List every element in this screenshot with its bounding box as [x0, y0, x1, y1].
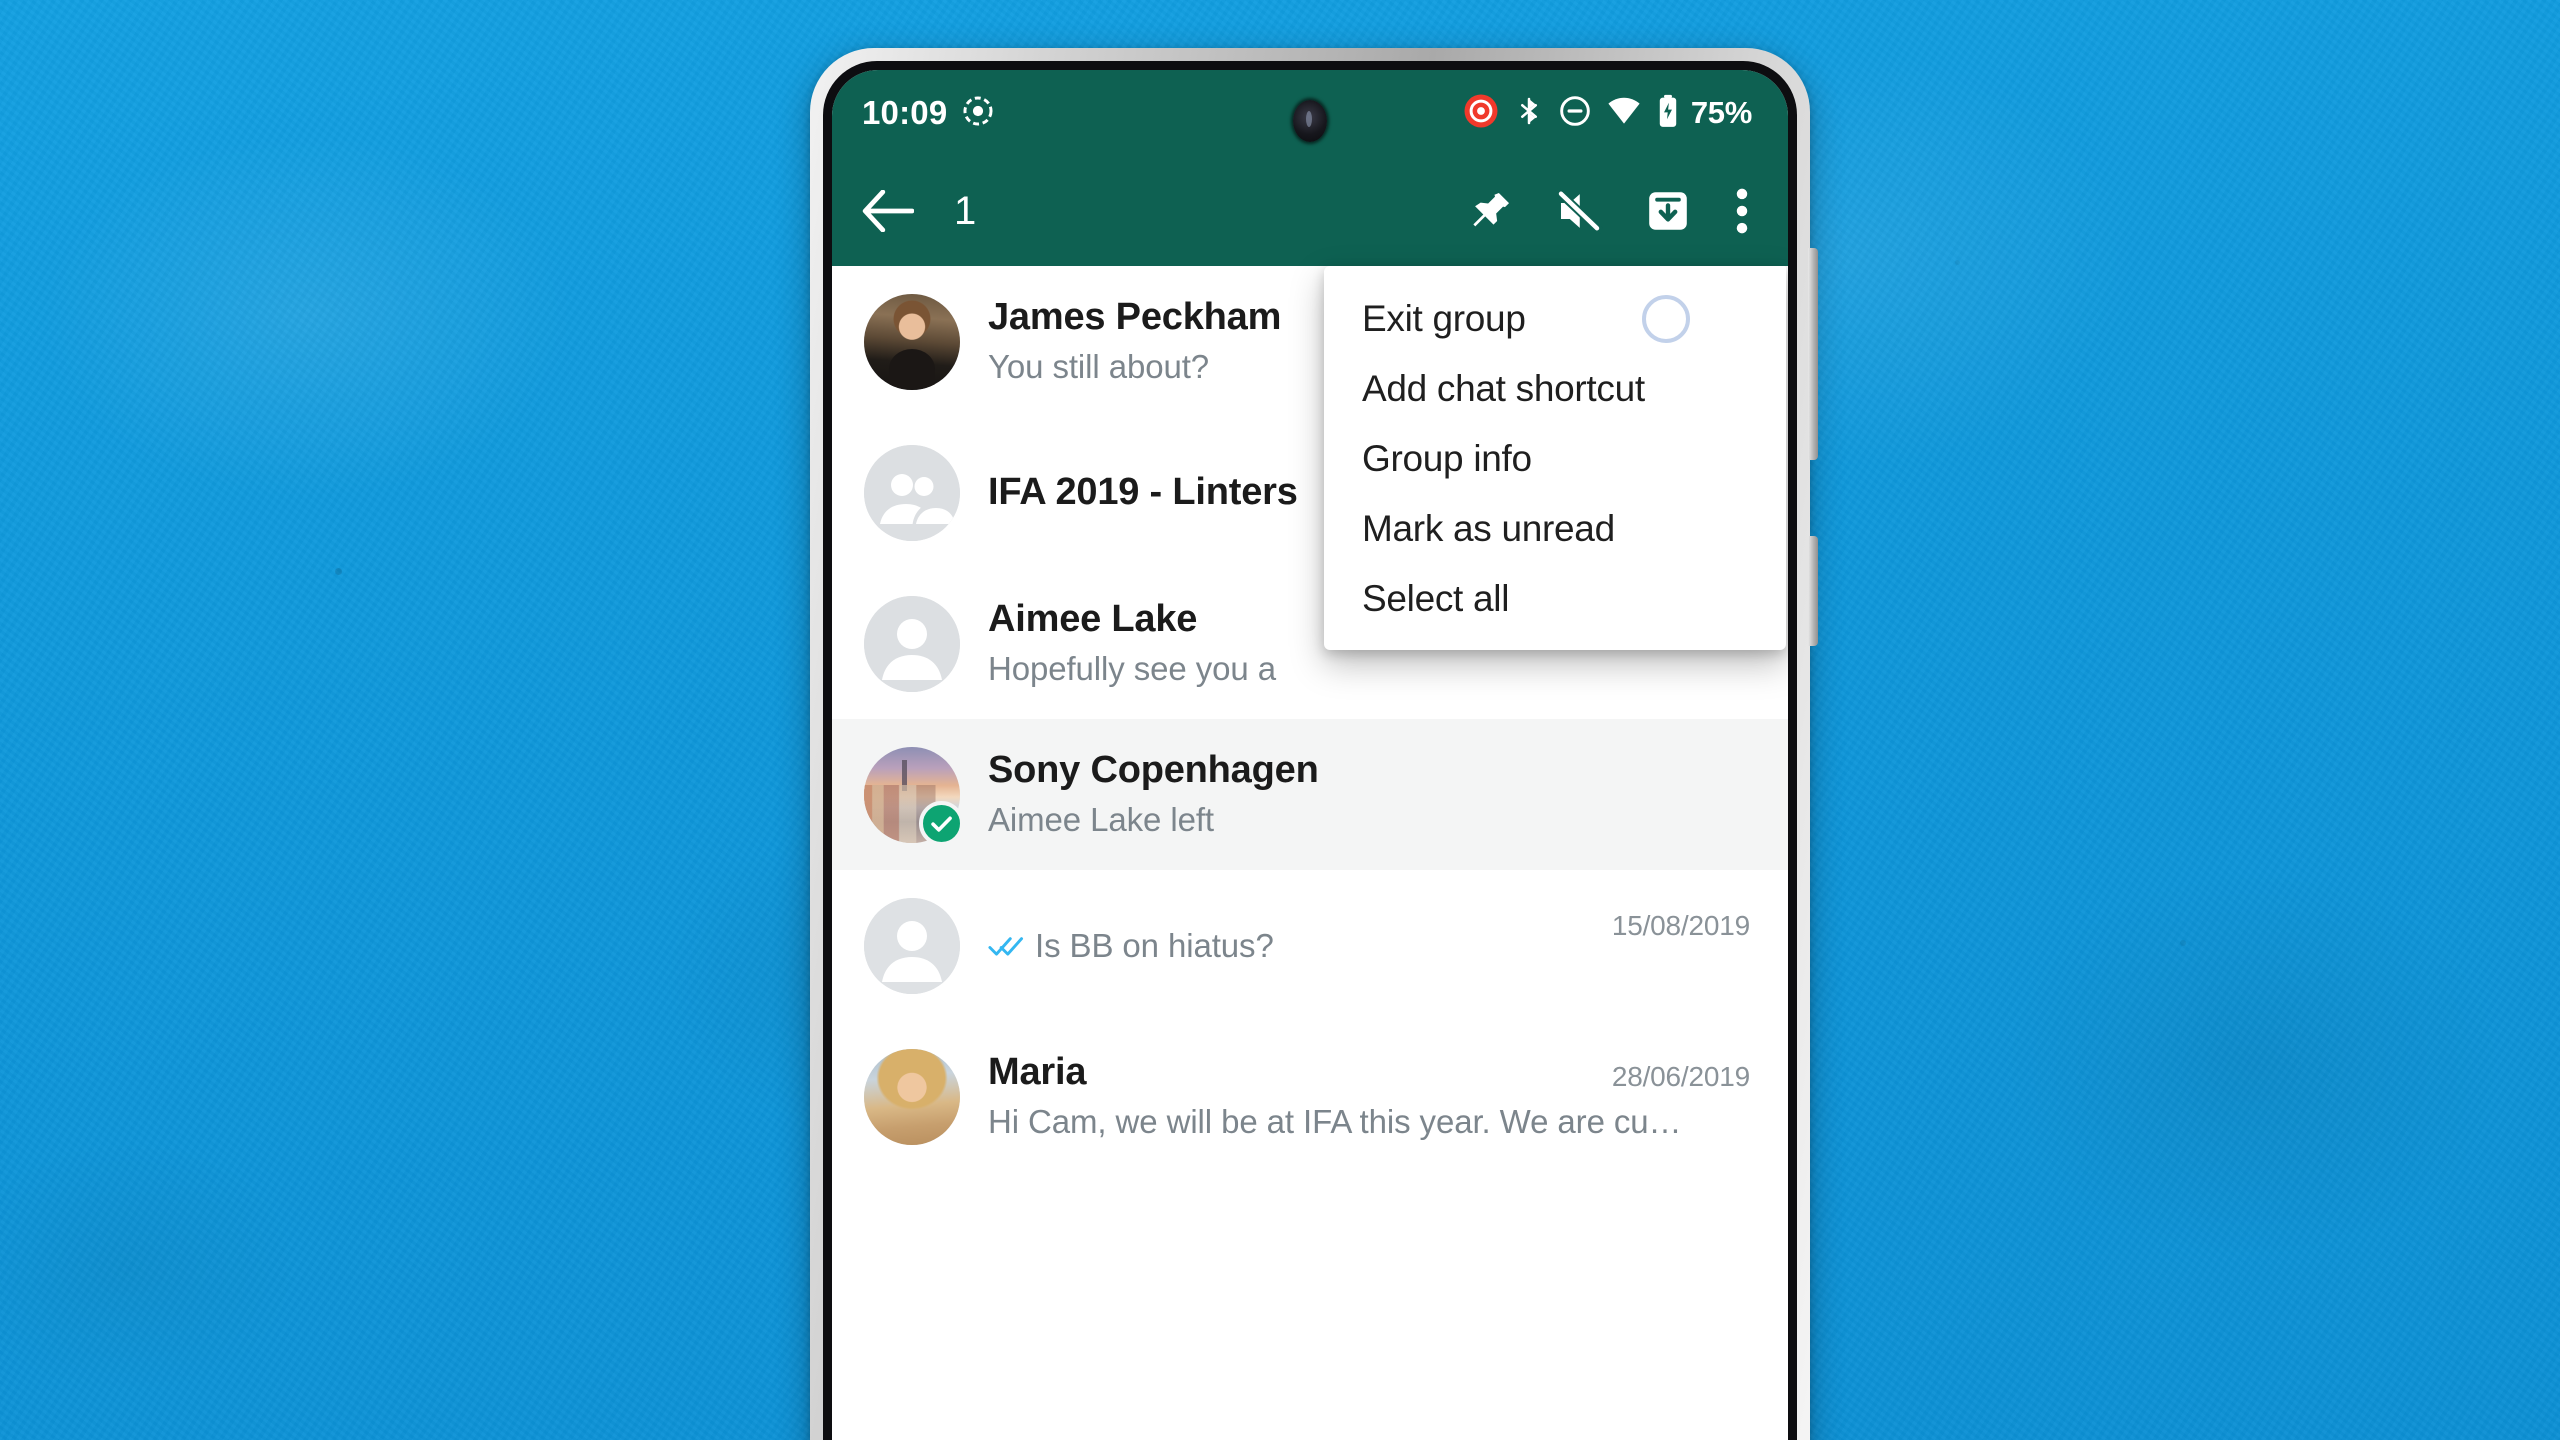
chat-date: 15/08/2019: [1611, 910, 1750, 941]
avatar-person-default-icon: [864, 595, 960, 692]
chat-message-text: Hi Cam, we will be at IFA this year. We …: [988, 1103, 1682, 1141]
menu-item-exit-group[interactable]: Exit group: [1324, 284, 1786, 354]
bluetooth-icon: [1514, 94, 1544, 133]
chat-message-text: You still about?: [988, 348, 1210, 386]
phone-device: 10:09 75% 1 James Peckham You still abou…: [810, 48, 1818, 1440]
chat-message-text: Is BB on hiatus?: [1035, 926, 1274, 964]
status-bar-clock: 10:09: [862, 94, 948, 131]
menu-item-label: Exit group: [1362, 298, 1526, 339]
volume-button[interactable]: [1808, 248, 1818, 460]
touch-ripple-indicator: [1642, 295, 1690, 343]
front-camera-icon: [1293, 100, 1327, 142]
battery-icon: [1657, 94, 1679, 133]
menu-item-select-all[interactable]: Select all: [1324, 564, 1786, 634]
avatar[interactable]: [864, 897, 960, 994]
selected-count-label: 1: [954, 188, 977, 233]
status-bar-left: 10:09: [862, 94, 995, 133]
chat-date: 28/06/2019: [1611, 1061, 1750, 1092]
wifi-icon: [1606, 96, 1642, 131]
phone-screen: 10:09 75% 1 James Peckham You still abou…: [832, 70, 1788, 1440]
pin-chat-button[interactable]: [1468, 188, 1514, 234]
screen-record-icon: [1463, 93, 1499, 134]
avatar-group-default-icon: [864, 444, 960, 541]
chat-name: Sony Copenhagen: [988, 749, 1319, 792]
avatar[interactable]: [864, 746, 964, 846]
phone-bezel: 10:09 75% 1 James Peckham You still abou…: [823, 61, 1797, 1440]
selection-toolbar: 1: [832, 156, 1788, 266]
back-button[interactable]: [862, 190, 914, 232]
do-not-disturb-icon: [1559, 95, 1591, 132]
menu-item-label: Mark as unread: [1362, 508, 1615, 549]
chat-message: Aimee Lake left: [988, 800, 1758, 840]
overflow-menu-button[interactable]: [1732, 187, 1752, 235]
avatar-image-james: [864, 293, 960, 390]
avatar[interactable]: [864, 444, 960, 541]
chat-row[interactable]: Maria Hi Cam, we will be at IFA this yea…: [832, 1021, 1788, 1172]
read-receipt-double-check-icon: [988, 933, 1026, 959]
chat-message-text: Aimee Lake left: [988, 801, 1214, 839]
chat-row[interactable]: Is BB on hiatus? 15/08/2019: [832, 870, 1788, 1021]
menu-item-label: Select all: [1362, 578, 1510, 619]
chat-texts: Sony Copenhagen Aimee Lake left: [988, 749, 1758, 839]
avatar-image-maria: [864, 1048, 960, 1145]
chat-message: Hi Cam, we will be at IFA this year. We …: [988, 1102, 1758, 1142]
chat-message-text: Hopefully see you a: [988, 650, 1276, 688]
menu-item-label: Add chat shortcut: [1362, 368, 1645, 409]
menu-item-add-chat-shortcut[interactable]: Add chat shortcut: [1324, 354, 1786, 424]
avatar[interactable]: [864, 595, 960, 692]
archive-chat-button[interactable]: [1644, 187, 1692, 235]
location-target-icon: [961, 94, 995, 133]
chat-message: Hopefully see you a: [988, 649, 1758, 689]
overflow-menu: Exit group Add chat shortcut Group info …: [1324, 266, 1786, 650]
menu-item-mark-as-unread[interactable]: Mark as unread: [1324, 494, 1786, 564]
selected-check-icon: [919, 800, 964, 846]
mute-chat-button[interactable]: [1554, 188, 1604, 234]
chat-row-selected[interactable]: Sony Copenhagen Aimee Lake left: [832, 719, 1788, 870]
power-button[interactable]: [1808, 536, 1818, 646]
avatar[interactable]: [864, 293, 960, 390]
menu-item-label: Group info: [1362, 438, 1532, 479]
battery-percentage: 75%: [1690, 95, 1752, 130]
status-bar-right: 75%: [1463, 93, 1752, 134]
menu-item-group-info[interactable]: Group info: [1324, 424, 1786, 494]
toolbar-actions: [1468, 187, 1758, 235]
avatar[interactable]: [864, 1048, 960, 1145]
avatar-person-default-icon: [864, 897, 960, 994]
